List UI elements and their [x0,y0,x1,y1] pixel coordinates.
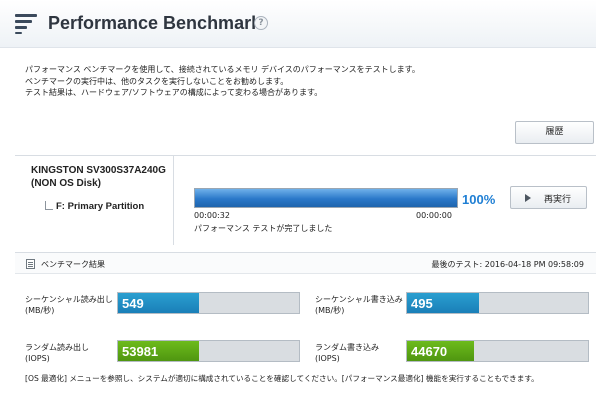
footnote: [OS 最適化] メニューを参照し、システムが適切に構成されていることを確認して… [25,374,539,383]
description-line: ベンチマークの実行中は、他のタスクを実行しないことをお勧めします。 [25,76,289,86]
description-line: テスト結果は、ハードウェア/ソフトウェアの構成によって変わる場合があります。 [25,88,323,97]
benchmark-icon [15,14,37,34]
play-icon [525,194,531,202]
metric-label-rand-write: ランダム書き込み (IOPS) [315,343,379,363]
metric-value: 495 [411,296,433,311]
description: パフォーマンス ベンチマークを使用して、接続されているメモリ デバイスのパフォー… [25,64,420,99]
help-icon[interactable]: ? [254,16,268,30]
metric-bar-seq-write: 495 [406,292,589,314]
metric-bar-rand-write: 44670 [406,340,589,362]
progress-area: 100% 00:00:32 00:00:00 パフォーマンス テストが完了しまし… [174,155,596,245]
partition-item[interactable]: F: Primary Partition [45,201,144,212]
progress-fill [195,189,457,207]
progress-status: パフォーマンス テストが完了しました [194,224,333,233]
progress-bar [194,188,458,208]
metric-value: 549 [122,296,144,311]
partition-label: F: Primary Partition [56,201,145,212]
metric-value: 44670 [411,344,448,359]
rerun-label: 再実行 [544,195,572,205]
metric-label-seq-write: シーケンシャル書き込み (MB/秒) [315,295,403,315]
rerun-button[interactable]: 再実行 [510,186,587,209]
device-name: KINGSTON SV300S37A240G (NON OS Disk) [31,165,166,189]
page-title: Performance Benchmark [48,13,262,33]
description-line: パフォーマンス ベンチマークを使用して、接続されているメモリ デバイスのパフォー… [25,65,420,74]
tree-branch-icon [45,201,53,210]
remaining-time: 00:00:00 [416,211,452,220]
progress-percent: 100% [462,192,496,207]
results-document-icon [26,259,35,269]
last-test-time: 最後のテスト: 2016-04-18 PM 09:58:09 [431,260,584,269]
metric-label-seq-read: シーケンシャル読み出し (MB/秒) [25,295,113,315]
metric-bar-seq-read: 549 [117,292,300,314]
metric-bar-rand-read: 53981 [117,340,300,362]
page-header: Performance Benchmark ? [0,0,596,48]
results-title: ベンチマーク結果 [41,260,105,269]
metric-value: 53981 [122,344,159,359]
elapsed-time: 00:00:32 [194,211,230,220]
device-panel[interactable]: KINGSTON SV300S37A240G (NON OS Disk) F: … [15,155,174,245]
history-button[interactable]: 履歴 [515,121,594,144]
results-header: ベンチマーク結果 最後のテスト: 2016-04-18 PM 09:58:09 [15,252,596,274]
metric-label-rand-read: ランダム読み出し (IOPS) [25,343,89,363]
